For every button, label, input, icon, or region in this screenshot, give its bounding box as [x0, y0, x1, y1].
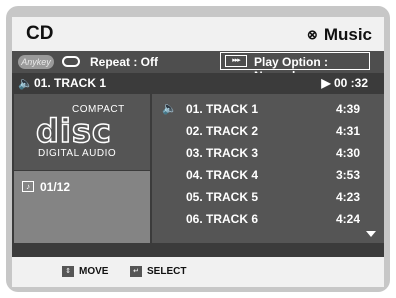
track-duration: 4:31 — [335, 124, 360, 138]
track-duration: 4:39 — [335, 102, 360, 116]
track-name: 03. TRACK 3 — [186, 146, 259, 160]
track-counter-panel: ♪ 01/12 — [14, 171, 150, 243]
track-row[interactable]: 04. TRACK 4 3:53 — [152, 164, 384, 186]
track-row[interactable]: 05. TRACK 5 4:23 — [152, 186, 384, 208]
track-row[interactable]: 🔈 01. TRACK 1 4:39 — [152, 98, 384, 120]
move-label: MOVE — [79, 266, 109, 277]
track-counter: 01/12 — [40, 180, 71, 194]
mode-label: Music — [323, 25, 372, 44]
track-name: 05. TRACK 5 — [186, 190, 259, 204]
track-duration: 4:23 — [335, 190, 360, 204]
enter-key-icon: ↵ — [130, 266, 142, 277]
track-row[interactable]: 06. TRACK 6 4:24 — [152, 208, 384, 230]
track-row[interactable]: 03. TRACK 3 4:30 — [152, 142, 384, 164]
mode-indicator: ⊗ Music — [307, 25, 372, 45]
track-duration: 4:24 — [335, 212, 360, 226]
repeat-icon[interactable] — [62, 56, 80, 67]
anykey-button[interactable]: Anykey — [18, 55, 54, 69]
options-bar: Anykey Repeat : Off ▸▸▸ Play Option : No… — [12, 51, 384, 83]
select-hint: ↵ SELECT — [130, 266, 186, 277]
play-option-icon: ▸▸▸ — [225, 55, 247, 67]
track-name: 01. TRACK 1 — [186, 102, 259, 116]
track-duration: 3:53 — [335, 168, 360, 182]
now-playing-bar: 🔈 01. TRACK 1 ▶ 00 :32 — [12, 73, 384, 93]
disc-logo-panel: COMPACT disc DIGITAL AUDIO — [14, 94, 150, 170]
track-name: 02. TRACK 2 — [186, 124, 259, 138]
now-playing-track: 01. TRACK 1 — [34, 76, 107, 90]
repeat-label[interactable]: Repeat : Off — [90, 55, 158, 69]
disc-logo-bottom: DIGITAL AUDIO — [38, 148, 117, 159]
music-mode-icon: ⊗ — [306, 27, 318, 42]
footer-bar: ⇕ MOVE ↵ SELECT — [12, 257, 384, 287]
compact-disc-logo: COMPACT disc DIGITAL AUDIO — [35, 102, 136, 162]
page-title: CD — [26, 23, 54, 44]
play-option-button[interactable]: ▸▸▸ Play Option : Normal — [220, 52, 370, 83]
track-row[interactable]: 02. TRACK 2 4:31 — [152, 120, 384, 142]
select-label: SELECT — [147, 266, 187, 277]
track-duration: 4:30 — [335, 146, 360, 160]
playing-speaker-icon: 🔈 — [162, 101, 177, 115]
track-name: 04. TRACK 4 — [186, 168, 259, 182]
header-bar: CD ⊗ Music — [12, 17, 384, 51]
track-name: 06. TRACK 6 — [186, 212, 259, 226]
scroll-down-arrow-icon[interactable] — [366, 231, 376, 237]
elapsed-time: ▶ 00 :32 — [321, 76, 368, 90]
music-note-icon: ♪ — [22, 181, 34, 192]
speaker-icon: 🔈 — [18, 76, 33, 90]
move-hint: ⇕ MOVE — [62, 266, 108, 277]
track-list: 🔈 01. TRACK 1 4:39 02. TRACK 2 4:31 03. … — [152, 94, 384, 243]
updown-key-icon: ⇕ — [62, 266, 74, 277]
cd-player-screen: CD ⊗ Music Anykey Repeat : Off ▸▸▸ Play … — [12, 17, 384, 287]
disc-logo-word: disc — [35, 111, 112, 151]
